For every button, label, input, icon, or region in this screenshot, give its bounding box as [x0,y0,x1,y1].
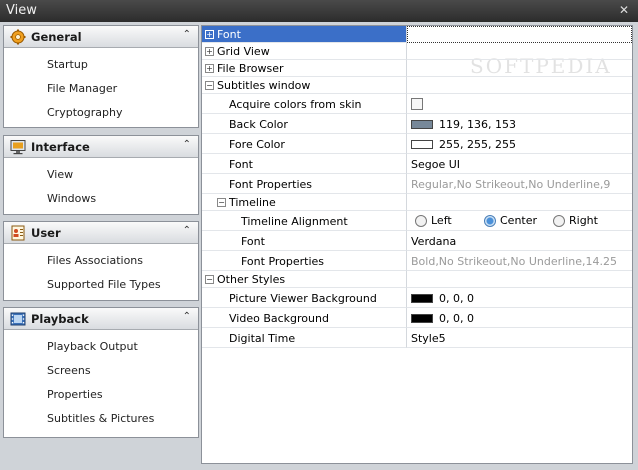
property-name: Font [229,158,253,171]
property-value[interactable]: Verdana [411,235,456,248]
property-name: Picture Viewer Background [229,292,377,305]
category-row-file-browser[interactable]: + File Browser [202,60,632,77]
nav-item-view[interactable]: View [4,163,198,187]
color-swatch [411,140,433,149]
property-name: Back Color [229,118,288,131]
property-value[interactable] [407,26,632,43]
monitor-icon [10,140,26,155]
nav-group-general: General ⌃ Startup File Manager Cryptogra… [3,25,199,128]
expand-icon[interactable]: + [205,30,214,39]
category-row-timeline[interactable]: − Timeline [202,194,632,211]
property-row-acquire-colors[interactable]: Acquire colors from skin [202,94,632,114]
property-row-font-properties[interactable]: Font Properties Regular,No Strikeout,No … [202,174,632,194]
property-name: Fore Color [229,138,285,151]
property-name: Other Styles [217,273,286,286]
gear-icon [10,29,26,45]
radio-dot-icon [415,215,427,227]
collapse-icon[interactable]: − [205,81,214,90]
category-row-other-styles[interactable]: − Other Styles [202,271,632,288]
property-row-digital-time[interactable]: Digital Time Style5 [202,328,632,348]
nav-group-label: Playback [31,312,89,326]
collapse-chevron-icon[interactable]: ⌃ [183,29,191,40]
category-row-grid-view[interactable]: + Grid View [202,43,632,60]
category-row-font[interactable]: + Font [202,26,632,43]
nav-group-playback: Playback ⌃ Playback Output Screens Prope… [3,307,199,438]
property-row-fore-color[interactable]: Fore Color 255, 255, 255 [202,134,632,154]
collapse-chevron-icon[interactable]: ⌃ [183,311,191,322]
property-name: Grid View [217,45,270,58]
nav-group-label: User [31,226,61,240]
nav-item-cryptography[interactable]: Cryptography [4,101,198,125]
property-name: Timeline Alignment [241,215,348,228]
property-name: Timeline [229,196,276,209]
nav-group-label: General [31,30,82,44]
nav-item-file-manager[interactable]: File Manager [4,77,198,101]
settings-nav: General ⌃ Startup File Manager Cryptogra… [3,25,199,464]
nav-item-startup[interactable]: Startup [4,53,198,77]
nav-group-header-interface[interactable]: Interface ⌃ [4,136,198,158]
color-swatch [411,314,433,323]
property-name: Font [241,235,265,248]
property-name: Subtitles window [217,79,311,92]
property-value[interactable]: 255, 255, 255 [439,138,516,151]
user-card-icon [11,225,25,241]
options-frame: General ⌃ Startup File Manager Cryptogra… [0,22,638,470]
radio-dot-icon [553,215,565,227]
property-name: Video Background [229,312,329,325]
property-name: File Browser [217,62,284,75]
property-row-back-color[interactable]: Back Color 119, 136, 153 [202,114,632,134]
acquire-colors-checkbox[interactable] [411,98,423,110]
property-value[interactable]: Style5 [411,332,446,345]
property-value[interactable]: Segoe UI [411,158,460,171]
property-name: Font Properties [229,178,313,191]
nav-group-header-general[interactable]: General ⌃ [4,26,198,48]
expand-icon[interactable]: + [205,64,214,73]
close-icon[interactable]: ✕ [616,2,632,18]
property-grid: SOFTPEDIA + Font + Grid View + File Browser… [201,25,633,464]
property-row-picture-viewer-background[interactable]: Picture Viewer Background 0, 0, 0 [202,288,632,308]
radio-label: Right [569,214,598,227]
collapse-icon[interactable]: − [205,275,214,284]
color-swatch [411,294,433,303]
nav-item-windows[interactable]: Windows [4,187,198,211]
nav-item-screens[interactable]: Screens [4,359,198,383]
collapse-chevron-icon[interactable]: ⌃ [183,225,191,236]
nav-item-supported-file-types[interactable]: Supported File Types [4,273,198,297]
property-name: Font [217,28,241,41]
property-value[interactable]: Bold,No Strikeout,No Underline,14.25 [411,255,617,268]
property-row-timeline-font-properties[interactable]: Font Properties Bold,No Strikeout,No Und… [202,251,632,271]
property-value[interactable]: 0, 0, 0 [439,312,474,325]
collapse-icon[interactable]: − [217,198,226,207]
radio-dot-icon [484,215,496,227]
collapse-chevron-icon[interactable]: ⌃ [183,139,191,150]
property-value[interactable]: Regular,No Strikeout,No Underline,9 [411,178,610,191]
window-title: View [6,3,37,18]
title-bar: View ✕ [0,0,638,22]
nav-group-label: Interface [31,140,90,154]
expand-icon[interactable]: + [205,47,214,56]
property-name: Font Properties [241,255,325,268]
radio-label: Center [500,214,538,227]
property-name: Acquire colors from skin [229,98,362,111]
property-row-font[interactable]: Font Segoe UI [202,154,632,174]
property-row-timeline-alignment[interactable]: Timeline Alignment Left Center Right [202,211,632,231]
property-row-video-background[interactable]: Video Background 0, 0, 0 [202,308,632,328]
nav-group-interface: Interface ⌃ View Windows [3,135,199,215]
category-row-subtitles-window[interactable]: − Subtitles window [202,77,632,94]
property-value[interactable]: 119, 136, 153 [439,118,516,131]
nav-group-user: User ⌃ Files Associations Supported File… [3,221,199,301]
nav-item-subtitles-pictures[interactable]: Subtitles & Pictures [4,407,198,431]
color-swatch [411,120,433,129]
film-icon [10,312,26,326]
nav-item-files-associations[interactable]: Files Associations [4,249,198,273]
nav-item-playback-output[interactable]: Playback Output [4,335,198,359]
nav-group-header-user[interactable]: User ⌃ [4,222,198,244]
property-value[interactable]: 0, 0, 0 [439,292,474,305]
nav-item-properties[interactable]: Properties [4,383,198,407]
property-name: Digital Time [229,332,296,345]
nav-group-header-playback[interactable]: Playback ⌃ [4,308,198,330]
radio-label: Left [431,214,452,227]
property-row-timeline-font[interactable]: Font Verdana [202,231,632,251]
